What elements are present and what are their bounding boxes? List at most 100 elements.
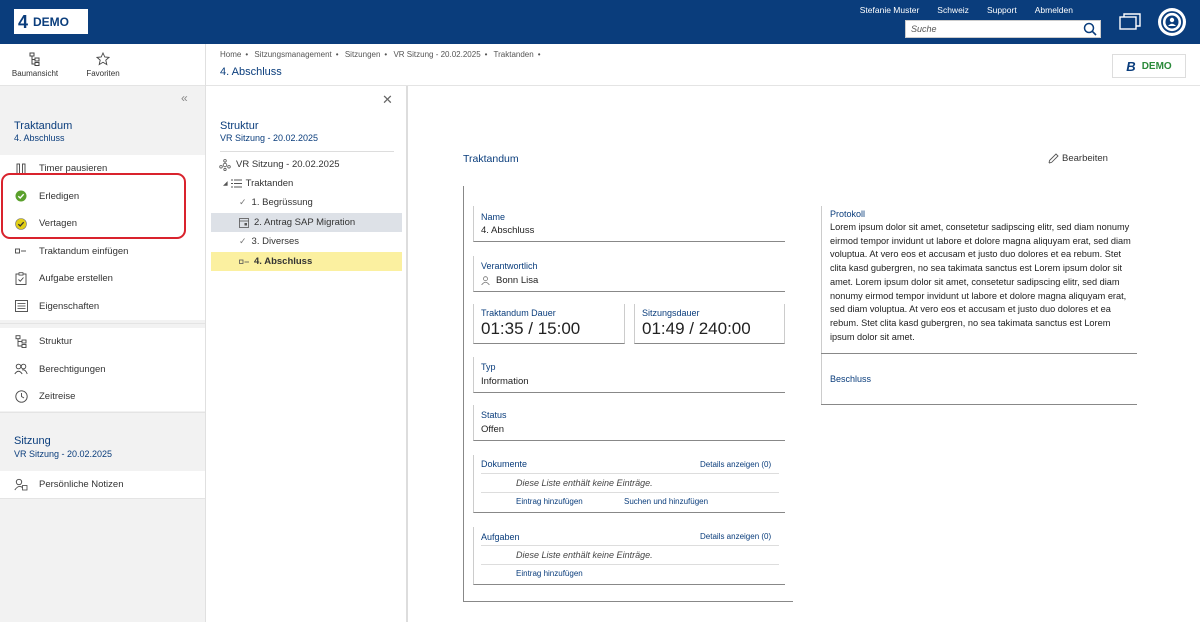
menu-eigenschaften[interactable]: Eigenschaften	[0, 293, 205, 321]
protocol-text: Lorem ipsum dolor sit amet, consetetur s…	[830, 222, 1131, 342]
tree-item-1[interactable]: ✓ 1. Begrüssung	[211, 193, 402, 212]
structure-subtitle: VR Sitzung - 20.02.2025	[220, 133, 319, 143]
search-icon[interactable]	[1083, 22, 1097, 39]
star-icon	[78, 52, 128, 66]
structure-title: Struktur	[220, 120, 259, 132]
edit-label: Bearbeiten	[1062, 153, 1108, 164]
menu-zeitreise[interactable]: Zeitreise	[0, 383, 205, 411]
traktandum-section-title: Traktandum	[14, 120, 73, 132]
navigation-menu: Struktur Berechtigungen Zeitreise	[0, 328, 205, 411]
logo-number: 4	[18, 11, 29, 32]
tree-group-traktanden[interactable]: ◢ Traktanden	[211, 174, 402, 193]
divider	[481, 545, 779, 546]
menu-aufgabe-erstellen[interactable]: Aufgabe erstellen	[0, 265, 205, 293]
tree-item-label: 2. Antrag SAP Migration	[254, 217, 356, 228]
menu-label: Aufgabe erstellen	[39, 273, 113, 285]
divider	[821, 353, 1137, 354]
menu-label: Traktandum einfügen	[39, 245, 129, 257]
tree-view-button[interactable]: Baumansicht	[10, 52, 60, 78]
search-input[interactable]	[906, 21, 1076, 37]
app-logo[interactable]: 4 DEMO	[14, 9, 88, 34]
edit-button[interactable]: Bearbeiten	[1048, 153, 1108, 164]
tasks-empty-note: Diese Liste enthält keine Einträge.	[516, 550, 653, 560]
tree-view-label: Baumansicht	[11, 69, 59, 78]
main-content: Traktandum Bearbeiten Name 4. Abschluss …	[408, 86, 1200, 622]
protocol-field: Protokoll Lorem ipsum dolor sit amet, co…	[821, 209, 1136, 344]
menu-label: Zeitreise	[39, 391, 76, 403]
divider	[0, 323, 205, 324]
properties-icon	[14, 299, 28, 313]
insert-item-icon	[14, 244, 28, 258]
menu-label: Persönliche Notizen	[39, 479, 124, 491]
list-icon	[230, 179, 242, 188]
person-icon	[481, 276, 490, 285]
tree-root[interactable]: VR Sitzung - 20.02.2025	[211, 155, 402, 174]
documents-details-link[interactable]: Details anzeigen (0)	[700, 460, 771, 469]
menu-label: Struktur	[39, 336, 73, 348]
tasks-add-link[interactable]: Eintrag hinzufügen	[516, 569, 583, 578]
type-label: Typ	[481, 362, 496, 372]
traktandum-section-sub: 4. Abschluss	[14, 133, 65, 143]
support-link[interactable]: Support	[987, 5, 1017, 15]
type-value: Information	[481, 376, 529, 387]
divider	[481, 473, 779, 474]
favorites-button[interactable]: Favoriten	[78, 52, 128, 78]
user-link[interactable]: Stefanie Muster	[860, 5, 920, 15]
menu-struktur[interactable]: Struktur	[0, 328, 205, 356]
search-box	[905, 20, 1101, 38]
documents-add-link[interactable]: Eintrag hinzufügen	[516, 497, 583, 506]
tree-item-2[interactable]: 2. Antrag SAP Migration	[211, 213, 402, 232]
quick-access: Baumansicht Favoriten	[0, 44, 205, 86]
user-avatar-icon[interactable]	[1158, 8, 1186, 36]
tree-group-label: Traktanden	[245, 178, 294, 189]
top-links: Stefanie Muster Schweiz Support Abmelden	[860, 5, 1073, 15]
expand-arrow-icon[interactable]: ◢	[223, 180, 228, 187]
agenda-duration-label: Traktandum Dauer	[481, 308, 556, 318]
documents-search-link[interactable]: Suchen und hinzufügen	[624, 497, 708, 506]
clock-icon	[14, 390, 28, 404]
divider	[0, 412, 205, 413]
crumb-traktanden[interactable]: Traktanden	[494, 50, 534, 59]
divider	[481, 564, 779, 565]
logout-link[interactable]: Abmelden	[1035, 5, 1073, 15]
menu-traktandum-einfuegen[interactable]: Traktandum einfügen	[0, 238, 205, 266]
sitzung-section-title: Sitzung	[14, 435, 51, 447]
crumb-sitzungen[interactable]: Sitzungen	[345, 50, 381, 59]
type-field: Typ Information	[473, 357, 785, 393]
status-value: Offen	[481, 424, 505, 435]
crumb-home[interactable]: Home	[220, 50, 241, 59]
status-field: Status Offen	[473, 405, 785, 441]
brand-text: DEMO	[1141, 60, 1172, 72]
menu-persoenliche-notizen[interactable]: Persönliche Notizen	[0, 471, 205, 499]
tree-item-label: 3. Diverses	[251, 236, 300, 247]
crumb-sitzungsmanagement[interactable]: Sitzungsmanagement	[254, 50, 331, 59]
divider	[821, 404, 1137, 405]
crumb-vr-sitzung[interactable]: VR Sitzung - 20.02.2025	[393, 50, 480, 59]
pencil-icon	[1048, 153, 1059, 164]
protocol-label: Protokoll	[830, 209, 866, 219]
collapse-icon[interactable]: «	[181, 91, 188, 105]
calendar-icon	[239, 217, 249, 228]
country-link[interactable]: Schweiz	[937, 5, 969, 15]
tasks-details-link[interactable]: Details anzeigen (0)	[700, 532, 771, 541]
windows-icon[interactable]	[1119, 13, 1141, 31]
breadcrumb-bar: Home • Sitzungsmanagement • Sitzungen • VR …	[206, 44, 1200, 86]
close-icon[interactable]: ✕	[382, 92, 393, 108]
tree-item-3[interactable]: ✓ 3. Diverses	[211, 232, 402, 251]
documents-field: Dokumente Details anzeigen (0) Diese Lis…	[473, 455, 785, 513]
divider	[220, 151, 394, 152]
menu-berechtigungen[interactable]: Berechtigungen	[0, 356, 205, 384]
tree-item-label: 1. Begrüssung	[251, 197, 313, 208]
meeting-group-icon	[219, 158, 231, 171]
name-value: 4. Abschluss	[481, 225, 535, 236]
users-icon	[14, 362, 28, 376]
divider	[481, 492, 779, 493]
logo-text: DEMO	[33, 14, 70, 29]
current-item-icon	[239, 259, 249, 265]
top-bar: 4 DEMO Stefanie Muster Schweiz Support A…	[0, 0, 1200, 44]
tree-item-4[interactable]: 4. Abschluss	[211, 252, 402, 271]
meeting-duration-label: Sitzungsdauer	[642, 308, 700, 318]
sitzung-section-sub: VR Sitzung - 20.02.2025	[14, 449, 113, 459]
favorites-label: Favoriten	[86, 69, 120, 78]
name-label: Name	[481, 212, 506, 222]
